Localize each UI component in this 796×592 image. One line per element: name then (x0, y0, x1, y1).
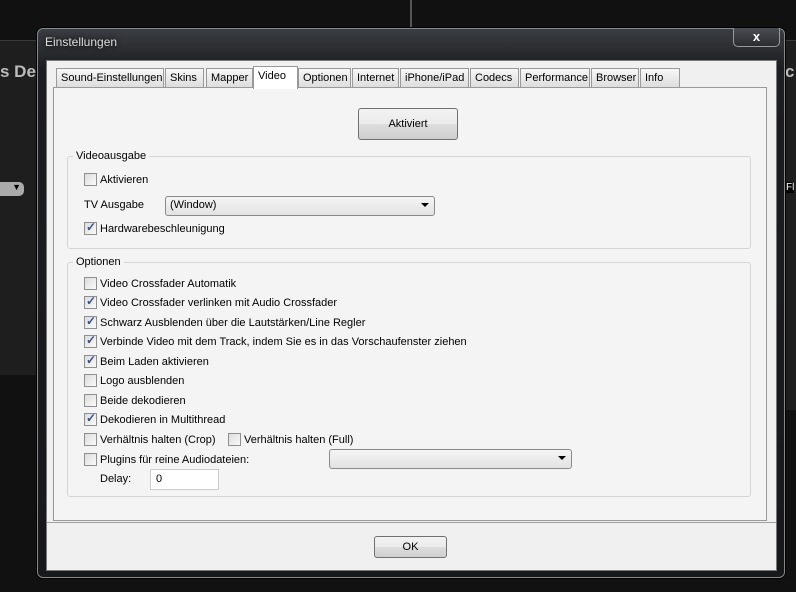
checkbox-icon (84, 220, 97, 235)
tab-iphone-ipad[interactable]: iPhone/iPad (400, 68, 469, 88)
checkbox-icon (84, 277, 97, 290)
chevron-down-icon (558, 456, 566, 460)
aspect-crop-label: Verhältnis halten (Crop) (100, 433, 216, 446)
tab-video[interactable]: Video (253, 66, 298, 89)
aspect-full-checkbox[interactable]: Verhältnis halten (Full) (228, 433, 353, 446)
option-checkbox[interactable]: Logo ausblenden (84, 374, 184, 387)
option-checkbox[interactable]: Video Crossfader Automatik (84, 277, 236, 290)
tab-sound-einstellungen[interactable]: Sound-Einstellungen (56, 68, 164, 88)
activated-button[interactable]: Aktiviert (358, 108, 458, 140)
option-label: Verbinde Video mit dem Track, indem Sie … (100, 335, 467, 348)
tv-output-value: (Window) (170, 199, 217, 211)
background-divider (410, 0, 412, 28)
optionen-title: Optionen (73, 256, 124, 268)
hardware-acceleration-label: Hardwarebeschleunigung (100, 222, 225, 235)
tab-skins[interactable]: Skins (165, 68, 204, 88)
plugins-select[interactable] (329, 449, 572, 469)
checkbox-icon (228, 433, 241, 446)
option-checkbox[interactable]: Verbinde Video mit dem Track, indem Sie … (84, 333, 467, 348)
option-label: Logo ausblenden (100, 374, 185, 387)
checkbox-icon (84, 294, 97, 309)
tab-performance[interactable]: Performance (520, 68, 590, 88)
tab-optionen[interactable]: Optionen (298, 68, 351, 88)
checkbox-icon (84, 433, 97, 446)
tab-browser[interactable]: Browser (591, 68, 639, 88)
footer-divider (47, 522, 776, 523)
option-label: Video Crossfader verlinken mit Audio Cro… (100, 296, 338, 309)
option-label: Schwarz Ausblenden über die Lautstärken/… (100, 316, 366, 329)
checkbox-icon (84, 173, 97, 186)
close-button[interactable]: x (733, 28, 780, 47)
dialog-title: Einstellungen (45, 35, 118, 49)
option-checkbox[interactable]: Beim Laden aktivieren (84, 353, 209, 368)
option-label: Dekodieren in Multithread (100, 413, 226, 426)
delay-label: Delay: (100, 473, 132, 485)
aspect-crop-checkbox[interactable]: Verhältnis halten (Crop) (84, 433, 216, 446)
background-right-field: Fl (786, 182, 795, 193)
option-label: Beide dekodieren (100, 394, 186, 407)
checkbox-icon (84, 333, 97, 348)
tab-internet[interactable]: Internet (352, 68, 399, 88)
checkbox-icon (84, 453, 97, 466)
option-checkbox[interactable]: Beide dekodieren (84, 394, 186, 407)
background-right-label: c (785, 62, 795, 81)
close-icon: x (752, 29, 761, 44)
tab-info[interactable]: Info (640, 68, 680, 88)
option-label: Video Crossfader Automatik (100, 277, 237, 290)
delay-input[interactable]: 0 (150, 469, 219, 490)
tab-mapper[interactable]: Mapper (206, 68, 253, 88)
activate-label: Aktivieren (100, 173, 149, 186)
activate-checkbox[interactable]: Aktivieren (84, 173, 148, 186)
background-dropdown[interactable]: ▼ (0, 182, 24, 196)
plugins-label: Plugins für reine Audiodateien: (100, 453, 250, 466)
checkbox-icon (84, 411, 97, 426)
tv-output-label: TV Ausgabe (84, 199, 144, 211)
tab-codecs[interactable]: Codecs (470, 68, 519, 88)
background-deck-panel-left (0, 40, 40, 375)
aspect-full-label: Verhältnis halten (Full) (244, 433, 354, 446)
hardware-acceleration-checkbox[interactable]: Hardwarebeschleunigung (84, 220, 225, 235)
option-checkbox[interactable]: Video Crossfader verlinken mit Audio Cro… (84, 294, 338, 309)
checkbox-icon (84, 394, 97, 407)
background-deck-panel-right (784, 40, 796, 410)
checkbox-icon (84, 374, 97, 387)
videoausgabe-title: Videoausgabe (73, 150, 150, 162)
option-checkbox[interactable]: Schwarz Ausblenden über die Lautstärken/… (84, 314, 366, 329)
option-checkbox[interactable]: Dekodieren in Multithread (84, 411, 226, 426)
chevron-down-icon (421, 203, 429, 207)
checkbox-icon (84, 353, 97, 368)
option-label: Beim Laden aktivieren (100, 355, 209, 368)
tv-output-select[interactable]: (Window) (165, 196, 435, 216)
plugins-checkbox[interactable]: Plugins für reine Audiodateien: (84, 453, 249, 466)
ok-button[interactable]: OK (374, 536, 447, 558)
checkbox-icon (84, 314, 97, 329)
